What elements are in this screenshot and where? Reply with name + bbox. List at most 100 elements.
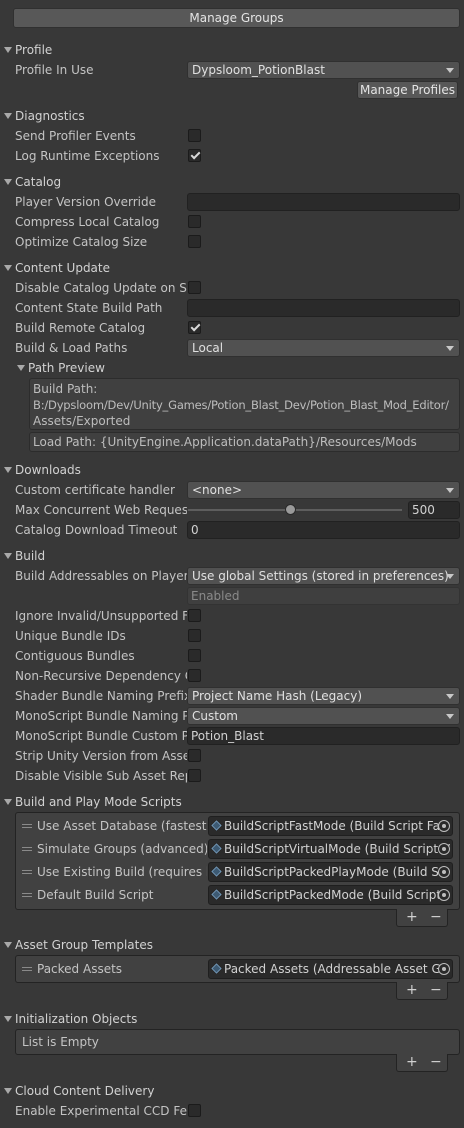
path-preview-label: Path Preview xyxy=(28,361,105,375)
disable-catalog-update-label: Disable Catalog Update on Sta xyxy=(15,281,187,295)
list-item-label: Use Asset Database (fastest) xyxy=(37,819,207,833)
cloud-content-delivery-label: Cloud Content Delivery xyxy=(15,1084,155,1098)
templates-add-remove: + − xyxy=(396,982,448,1000)
profile-in-use-label: Profile In Use xyxy=(15,63,94,77)
list-item[interactable]: Packed Assets Packed Assets (Addressable … xyxy=(16,958,459,980)
compress-local-catalog-checkbox[interactable] xyxy=(188,215,201,228)
max-concurrent-slider-thumb[interactable] xyxy=(285,504,297,515)
drag-handle-icon[interactable] xyxy=(22,824,32,828)
load-path-box: Load Path: {UnityEngine.Application.data… xyxy=(29,432,460,452)
optimize-catalog-size-checkbox[interactable] xyxy=(188,235,201,248)
remove-item-button[interactable]: − xyxy=(430,908,442,926)
chevron-down-icon xyxy=(446,694,454,699)
catalog-header-label: Catalog xyxy=(15,175,62,189)
list-item[interactable]: Use Asset Database (fastest) BuildScriptF… xyxy=(16,815,459,837)
build-scripts-list: Use Asset Database (fastest) BuildScriptF… xyxy=(15,812,460,910)
object-field-value: BuildScriptFastMode (Build Script Fas xyxy=(224,819,447,833)
monoscript-naming-dropdown[interactable]: Custom xyxy=(187,707,460,725)
profile-section-header[interactable]: Profile xyxy=(4,40,52,60)
disable-visible-sub-asset-checkbox[interactable] xyxy=(188,769,201,782)
object-field[interactable]: BuildScriptPackedMode (Build Script xyxy=(208,885,453,905)
enable-ccd-checkbox[interactable] xyxy=(188,1104,201,1117)
catalog-download-timeout-field[interactable]: 0 xyxy=(187,521,460,539)
monoscript-custom-prefix-label: MonoScript Bundle Custom Pre xyxy=(15,729,187,743)
player-version-override-label: Player Version Override xyxy=(15,195,157,209)
list-item-label: Packed Assets xyxy=(37,962,123,976)
content-update-section-header[interactable]: Content Update xyxy=(4,258,110,278)
remove-item-button[interactable]: − xyxy=(430,1053,442,1071)
object-picker-icon[interactable] xyxy=(438,843,450,855)
log-runtime-exceptions-checkbox[interactable] xyxy=(188,149,201,162)
build-path-line: B:/Dypsloom/Dev/Unity_Games/Potion_Blast… xyxy=(33,398,449,412)
remove-item-button[interactable]: − xyxy=(430,981,442,999)
asset-group-templates-header[interactable]: Asset Group Templates xyxy=(4,935,153,955)
object-field[interactable]: BuildScriptVirtualMode (Build Script V xyxy=(208,839,453,859)
profile-header-label: Profile xyxy=(15,43,53,57)
diagnostics-section-header[interactable]: Diagnostics xyxy=(4,106,85,126)
monoscript-custom-prefix-field[interactable]: Potion_Blast xyxy=(187,727,460,745)
build-section-header[interactable]: Build xyxy=(4,546,45,566)
foldout-arrow-icon xyxy=(4,113,12,119)
non-recursive-dependency-checkbox[interactable] xyxy=(188,669,201,682)
profile-in-use-dropdown[interactable]: Dypsloom_PotionBlast xyxy=(187,61,460,79)
object-field-value: Packed Assets (Addressable Asset Gr xyxy=(224,962,446,976)
initialization-objects-label: Initialization Objects xyxy=(15,1012,138,1026)
list-item-label: Default Build Script xyxy=(37,888,154,902)
custom-certificate-handler-dropdown[interactable]: <none> xyxy=(187,481,460,499)
add-item-button[interactable]: + xyxy=(406,981,418,999)
object-picker-icon[interactable] xyxy=(438,889,450,901)
log-runtime-exceptions-label: Log Runtime Exceptions xyxy=(15,149,160,163)
object-picker-icon[interactable] xyxy=(438,866,450,878)
object-field[interactable]: BuildScriptFastMode (Build Script Fas xyxy=(208,816,453,836)
init-objects-add-remove: + − xyxy=(396,1054,448,1072)
content-state-build-path-field[interactable] xyxy=(187,299,460,317)
shader-bundle-naming-dropdown[interactable]: Project Name Hash (Legacy) xyxy=(187,687,460,705)
list-item[interactable]: Simulate Groups (advanced) BuildScriptVir… xyxy=(16,838,459,860)
player-version-override-field[interactable] xyxy=(187,193,460,211)
custom-certificate-handler-value: <none> xyxy=(192,483,243,497)
strip-unity-version-checkbox[interactable] xyxy=(188,749,201,762)
object-picker-icon[interactable] xyxy=(438,820,450,832)
unique-bundle-ids-checkbox[interactable] xyxy=(188,629,201,642)
object-field-value: BuildScriptPackedMode (Build Script xyxy=(224,888,442,902)
send-profiler-events-checkbox[interactable] xyxy=(188,129,201,142)
object-field[interactable]: Packed Assets (Addressable Asset Gr xyxy=(208,959,453,979)
script-asset-icon xyxy=(211,843,222,854)
add-item-button[interactable]: + xyxy=(406,1053,418,1071)
add-item-button[interactable]: + xyxy=(406,908,418,926)
drag-handle-icon[interactable] xyxy=(22,893,32,897)
max-concurrent-value-field[interactable]: 500 xyxy=(408,501,460,519)
disable-catalog-update-checkbox[interactable] xyxy=(188,281,201,294)
path-preview-header[interactable]: Path Preview xyxy=(17,358,105,378)
build-addressables-label: Build Addressables on Player E xyxy=(15,569,187,583)
object-picker-icon[interactable] xyxy=(438,963,450,975)
drag-handle-icon[interactable] xyxy=(22,847,32,851)
build-load-paths-value: Local xyxy=(192,341,224,355)
drag-handle-icon[interactable] xyxy=(22,870,32,874)
optimize-catalog-size-label: Optimize Catalog Size xyxy=(15,235,148,249)
build-load-paths-dropdown[interactable]: Local xyxy=(187,339,460,357)
object-field-value: BuildScriptPackedPlayMode (Build Sc xyxy=(224,865,446,879)
manage-groups-button[interactable]: Manage Groups xyxy=(13,8,460,28)
foldout-arrow-icon xyxy=(4,1016,12,1022)
drag-handle-icon[interactable] xyxy=(22,967,32,971)
build-addressables-dropdown[interactable]: Use global Settings (stored in preferenc… xyxy=(187,567,460,585)
downloads-header-label: Downloads xyxy=(15,463,81,477)
script-asset-icon xyxy=(211,866,222,877)
catalog-section-header[interactable]: Catalog xyxy=(4,172,61,192)
ignore-invalid-checkbox[interactable] xyxy=(188,609,201,622)
build-path-line: Build Path: xyxy=(33,382,98,396)
foldout-arrow-icon xyxy=(4,942,12,948)
initialization-objects-header[interactable]: Initialization Objects xyxy=(4,1009,137,1029)
build-remote-catalog-checkbox[interactable] xyxy=(188,321,201,334)
compress-local-catalog-label: Compress Local Catalog xyxy=(15,215,160,229)
shader-bundle-naming-label: Shader Bundle Naming Prefix xyxy=(15,689,187,703)
cloud-content-delivery-header[interactable]: Cloud Content Delivery xyxy=(4,1081,154,1101)
downloads-section-header[interactable]: Downloads xyxy=(4,460,81,480)
object-field[interactable]: BuildScriptPackedPlayMode (Build Sc xyxy=(208,862,453,882)
contiguous-bundles-checkbox[interactable] xyxy=(188,649,201,662)
build-play-mode-scripts-header[interactable]: Build and Play Mode Scripts xyxy=(4,792,182,812)
manage-profiles-button[interactable]: Manage Profiles xyxy=(357,81,458,99)
list-item[interactable]: Default Build Script BuildScriptPackedMod… xyxy=(16,884,459,906)
list-item[interactable]: Use Existing Build (requires bui BuildScr… xyxy=(16,861,459,883)
